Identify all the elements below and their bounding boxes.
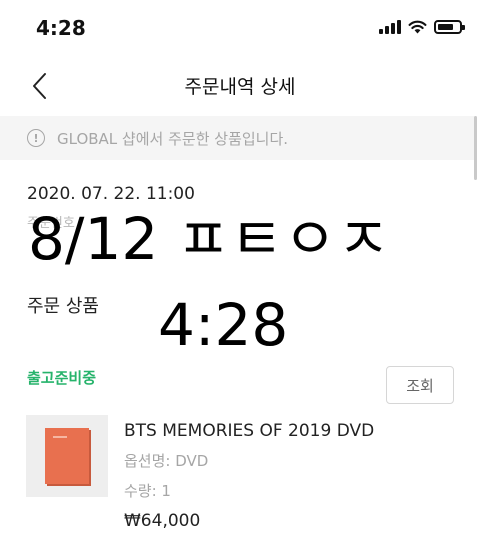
global-shop-notice: ! GLOBAL 샵에서 주문한 상품입니다. [0, 116, 474, 160]
overlay-time-text: 4:28 [158, 291, 289, 359]
product-thumbnail[interactable] [26, 415, 108, 497]
product-quantity: 수량: 1 [124, 482, 171, 500]
wifi-icon [408, 20, 427, 34]
shipment-status: 출고준비중 [27, 369, 97, 387]
product-option: 옵션명: DVD [124, 452, 209, 470]
notice-text: GLOBAL 샵에서 주문한 상품입니다. [57, 129, 289, 148]
status-bar-icons [379, 20, 465, 34]
section-title: 주문 상품 [27, 296, 99, 317]
cellular-signal-icon [379, 20, 401, 34]
product-name[interactable]: BTS MEMORIES OF 2019 DVD [124, 421, 374, 441]
order-date: 2020. 07. 22. 11:00 [27, 184, 195, 204]
page-title: 주문내역 상세 [184, 76, 296, 98]
battery-icon [434, 20, 465, 34]
scrollbar[interactable] [474, 116, 477, 180]
tracking-view-button[interactable]: 조회 [386, 366, 454, 404]
product-price: ₩64,000 [124, 511, 201, 531]
product-image [45, 428, 89, 484]
overlay-date-text: 8/12 ㅍㅌㅇㅈ [28, 205, 391, 273]
status-bar-time: 4:28 [36, 16, 86, 40]
info-circle-icon: ! [27, 129, 45, 147]
